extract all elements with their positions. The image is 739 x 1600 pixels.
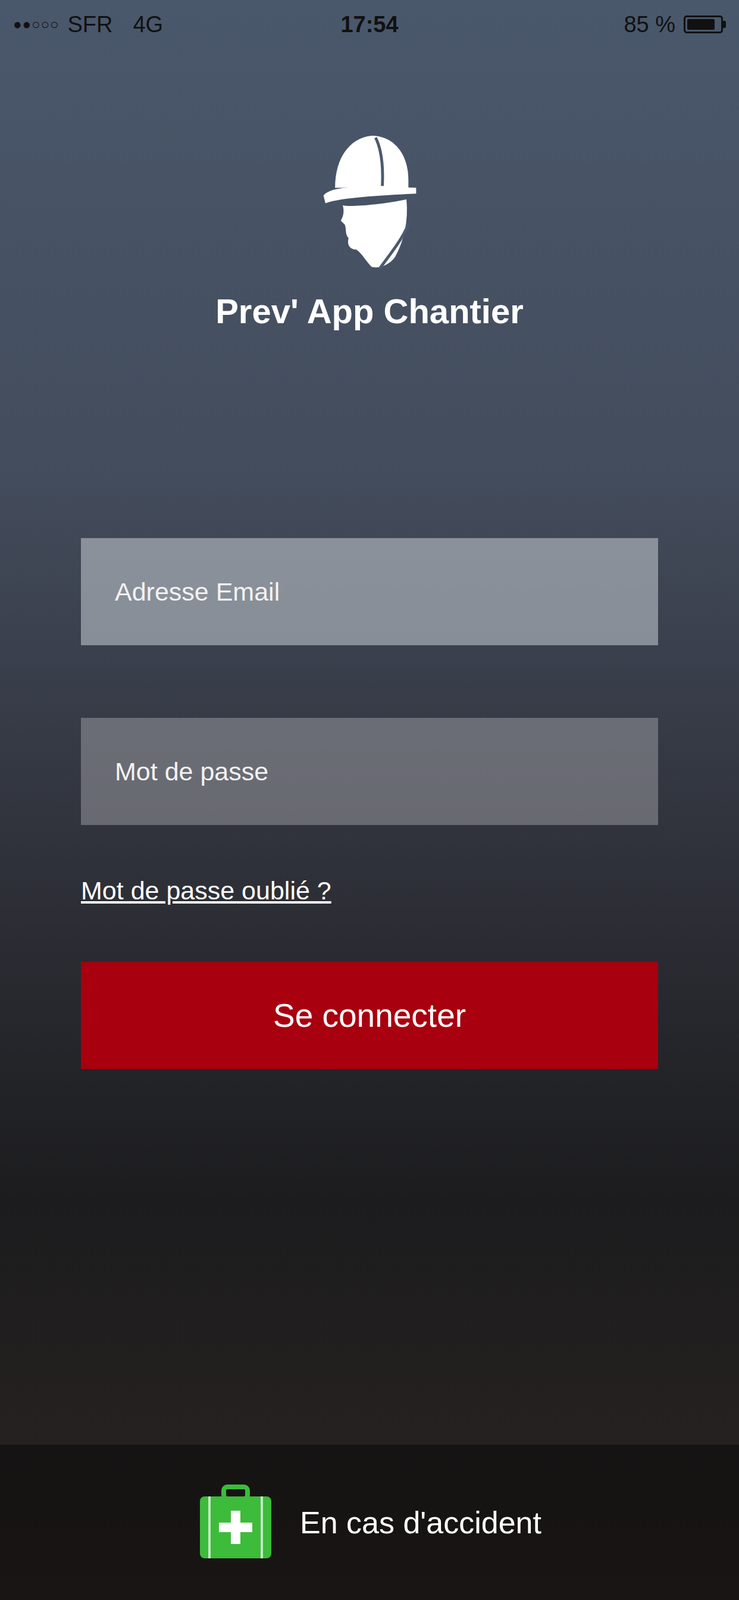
field-placeholder: Mot de passe: [114, 756, 269, 787]
forgot-password-link[interactable]: Mot de passe oublié ?: [80, 875, 332, 905]
status-bar: ●●○○○ SFR 4G 17:54 85 %: [0, 0, 739, 49]
worker-helmet-icon: [321, 127, 419, 271]
network-type: 4G: [132, 11, 164, 38]
first-aid-kit-icon: [197, 1483, 274, 1561]
clock: 17:54: [340, 11, 399, 38]
battery-icon: [683, 15, 726, 34]
app-title: Prev' App Chantier: [215, 290, 524, 333]
field-placeholder: Adresse Email: [114, 577, 280, 607]
carrier: SFR: [67, 11, 113, 38]
email-field[interactable]: Adresse Email: [80, 537, 659, 645]
password-field[interactable]: Mot de passe: [80, 717, 659, 825]
login-button[interactable]: Se connecter: [80, 961, 659, 1069]
battery-percent: 85 %: [623, 11, 676, 38]
emergency-bar[interactable]: En cas d'accident: [0, 1444, 739, 1600]
login-form: Adresse Email Mot de passe Mot de passe o…: [80, 537, 659, 1069]
emergency-label: En cas d'accident: [299, 1504, 542, 1540]
signal-strength: ●●○○○: [13, 16, 59, 33]
login-screen: ●●○○○ SFR 4G 17:54 85 % Prev' App Chanti…: [0, 0, 739, 1600]
